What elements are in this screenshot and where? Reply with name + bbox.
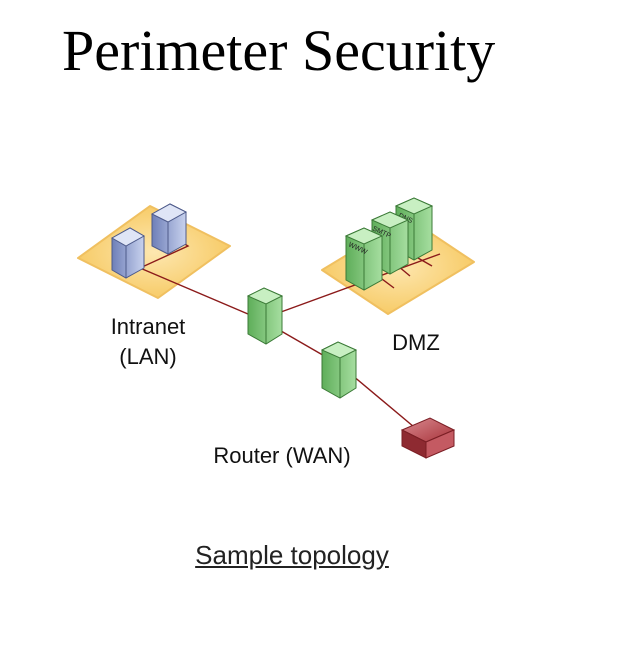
workstation-icon	[110, 227, 146, 279]
intranet-label-line2: (LAN)	[119, 344, 177, 369]
firewall-server-icon	[246, 287, 284, 345]
www-server-icon: WWW	[344, 227, 384, 291]
firewall-server-icon	[320, 341, 358, 399]
dmz-label: DMZ	[392, 330, 440, 355]
workstation-icon	[150, 203, 188, 255]
intranet-label-line1: Intranet	[110, 314, 186, 339]
caption-link[interactable]: Sample topology	[150, 540, 434, 571]
router-label: Router (WAN)	[213, 443, 351, 468]
intranet-label: Intranet (LAN)	[88, 312, 208, 372]
